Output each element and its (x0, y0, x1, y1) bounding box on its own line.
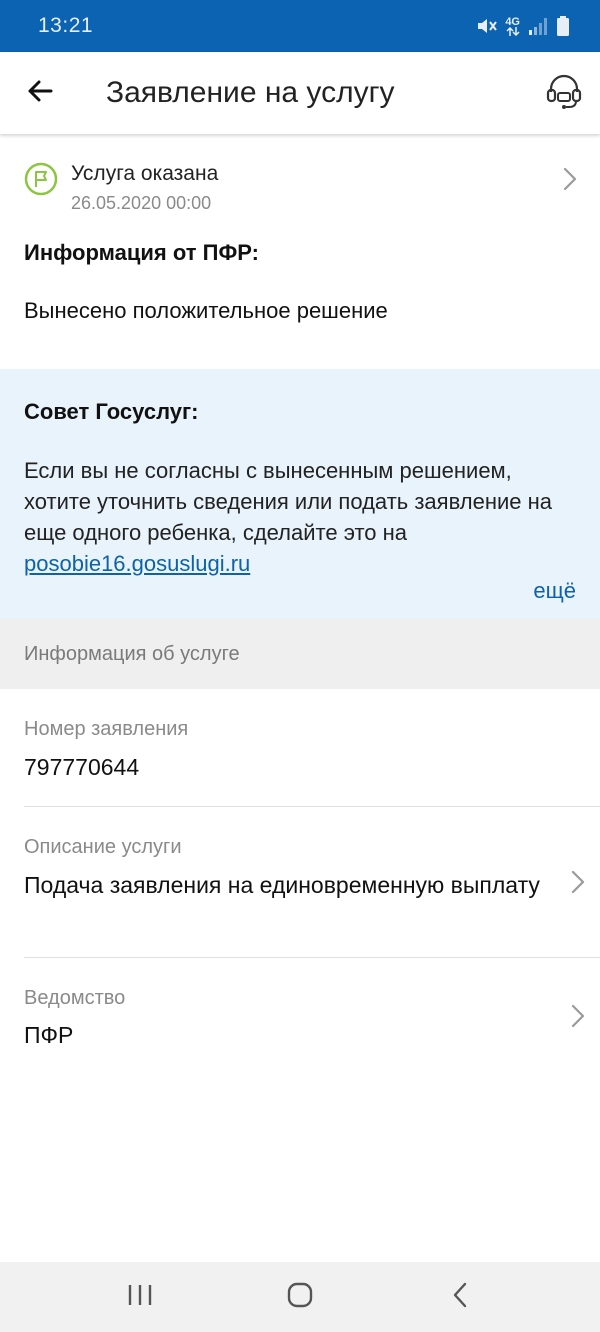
recent-apps-icon (127, 1284, 153, 1311)
headset-icon (545, 72, 583, 115)
advice-block: Совет Госуслуг: Если вы не согласны с вы… (0, 369, 600, 619)
field-value: ПФР (24, 1022, 74, 1048)
recent-apps-button[interactable] (100, 1262, 180, 1332)
home-icon (287, 1282, 313, 1313)
status-bar: 13:21 4G (0, 0, 600, 52)
pfr-info-heading: Информация от ПФР: (24, 240, 259, 265)
field-label: Номер заявления (24, 718, 189, 740)
status-title: Услуга оказана (71, 162, 219, 185)
pfr-info-text: Вынесено положительное решение (24, 298, 388, 323)
advice-link[interactable]: posobie16.gosuslugi.ru (24, 551, 250, 576)
chevron-right-icon (562, 166, 578, 197)
field-label: Описание услуги (24, 836, 182, 858)
network-4g-icon: 4G (505, 15, 520, 36)
flag-icon (24, 162, 58, 201)
system-back-button[interactable] (420, 1262, 500, 1332)
signal-icon (528, 17, 548, 35)
home-button[interactable] (260, 1262, 340, 1332)
advice-heading: Совет Госуслуг: (24, 399, 199, 424)
status-date: 26.05.2020 00:00 (71, 193, 212, 213)
field-value: Подача заявления на единовременную выпла… (24, 872, 540, 898)
support-button[interactable] (528, 52, 600, 134)
arrow-left-icon (25, 76, 55, 111)
chevron-right-icon (570, 1003, 586, 1034)
back-icon (452, 1282, 468, 1313)
advice-text: Если вы не согласны с вынесенным решение… (24, 458, 552, 545)
field-label: Ведомство (24, 987, 126, 1009)
field-service-description[interactable]: Описание услуги Подача заявления на един… (0, 807, 600, 958)
app-bar: Заявление на услугу (0, 52, 600, 134)
service-status-row[interactable]: Услуга оказана 26.05.2020 00:00 (0, 150, 600, 214)
network-label: 4G (505, 15, 520, 28)
chevron-right-icon (570, 869, 586, 900)
field-agency[interactable]: Ведомство ПФР (0, 958, 600, 1068)
status-icons: 4G (475, 16, 570, 36)
back-button[interactable] (0, 52, 80, 134)
more-link[interactable]: ещё (533, 578, 576, 604)
status-texts: Услуга оказана 26.05.2020 00:00 (71, 150, 218, 214)
section-header: Информация об услуге (0, 619, 600, 689)
advice-text-block: Если вы не согласны с вынесенным решение… (24, 455, 584, 579)
status-time: 13:21 (38, 14, 94, 37)
page-title: Заявление на услугу (106, 76, 395, 109)
system-nav-bar (0, 1262, 600, 1332)
field-application-number: Номер заявления 797770644 (0, 689, 600, 807)
battery-icon (556, 16, 570, 36)
mute-icon (475, 16, 498, 36)
field-value: 797770644 (24, 754, 140, 780)
